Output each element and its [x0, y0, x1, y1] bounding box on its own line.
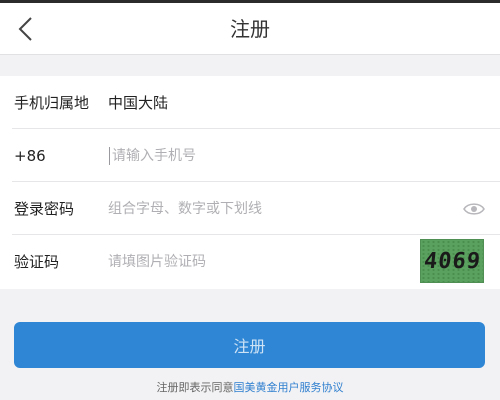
password-label: 登录密码 [14, 200, 75, 218]
page-title: 注册 [230, 17, 270, 41]
region-label: 手机归属地 [14, 94, 90, 112]
agreement-text: 注册即表示同意国美黄金用户服务协议 [0, 379, 500, 395]
register-button[interactable]: 注册 [14, 322, 485, 368]
captcha-row: 验证码 4069 [0, 235, 500, 288]
country-code[interactable]: +86 [14, 147, 46, 165]
navigation-bar: 注册 [0, 3, 500, 55]
password-row: 登录密码 [0, 182, 500, 235]
region-value: 中国大陆 [108, 94, 169, 112]
chevron-left-icon [18, 17, 32, 41]
region-row[interactable]: 手机归属地 中国大陆 [0, 76, 500, 129]
captcha-image[interactable]: 4069 [420, 239, 484, 283]
register-form: 手机归属地 中国大陆 +86 登录密码 验证码 4069 [0, 76, 500, 289]
captcha-input[interactable] [108, 244, 408, 279]
eye-icon [463, 202, 485, 215]
show-password-toggle[interactable] [462, 197, 486, 221]
phone-input[interactable] [108, 138, 468, 173]
captcha-label: 验证码 [14, 253, 60, 271]
captcha-text: 4069 [422, 248, 482, 274]
phone-row: +86 [0, 129, 500, 182]
agreement-prefix: 注册即表示同意 [156, 381, 234, 394]
back-button[interactable] [8, 11, 44, 47]
service-agreement-link[interactable]: 国美黄金用户服务协议 [234, 381, 344, 394]
password-input[interactable] [108, 191, 448, 226]
